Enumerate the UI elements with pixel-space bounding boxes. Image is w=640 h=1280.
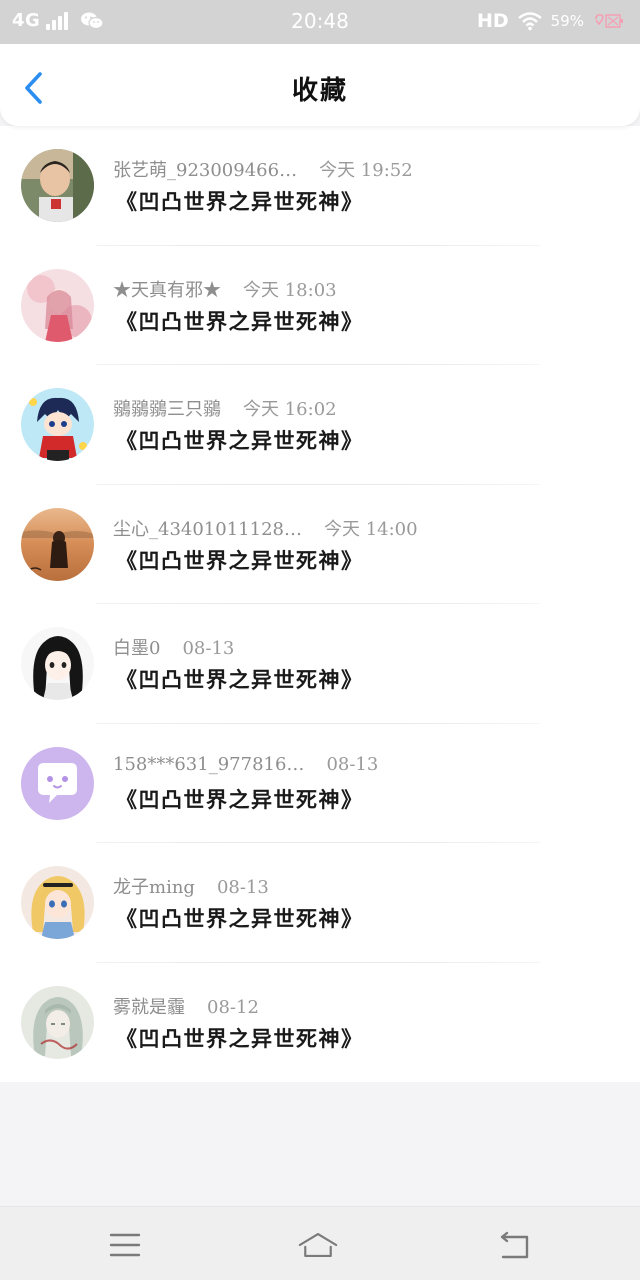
avatar-sketch-girl (21, 985, 94, 1059)
timestamp: 08-13 (182, 638, 235, 659)
avatar[interactable] (21, 268, 94, 342)
avatar-pink-anime-girl (21, 268, 94, 342)
list-item[interactable]: 龙子ming 08-13 《凹凸世界之异世死神》 (0, 843, 640, 963)
avatar-black-hair-girl (21, 627, 94, 700)
timestamp: 今天 16:02 (243, 399, 337, 420)
favorites-list: 张艺萌_923009466… 今天 19:52 《凹凸世界之异世死神》 ★天真有… (0, 126, 640, 1082)
avatar-sunset-girl (21, 507, 94, 581)
list-item[interactable]: 雾就是霾 08-12 《凹凸世界之异世死神》 (0, 963, 640, 1083)
list-item[interactable]: 张艺萌_923009466… 今天 19:52 《凹凸世界之异世死神》 (0, 126, 640, 246)
list-item[interactable]: 尘心_43401011128… 今天 14:00 《凹凸世界之异世死神》 (0, 485, 640, 604)
page-title: 收藏 (291, 76, 348, 106)
system-nav-bar (0, 1206, 640, 1280)
user-name[interactable]: 雾就是霾 (113, 993, 185, 1019)
item-meta: ★天真有邪★ 今天 18:03 (113, 276, 610, 302)
list-item[interactable]: ★天真有邪★ 今天 18:03 《凹凸世界之异世死神》 (0, 246, 640, 365)
timestamp: 今天 14:00 (323, 518, 418, 540)
timestamp: 08-12 (207, 996, 259, 1018)
status-right: HD 59% (477, 10, 626, 32)
system-back-button[interactable] (495, 1225, 535, 1265)
battery-level: 59% (550, 12, 584, 30)
avatar-blonde-girl (21, 866, 94, 939)
avatar-photo-child (21, 149, 94, 222)
battery-icon (595, 14, 623, 28)
user-name[interactable]: ★天真有邪★ (113, 276, 221, 302)
timestamp: 今天 18:03 (243, 279, 337, 301)
timestamp: 08-13 (216, 877, 269, 898)
wifi-icon (517, 12, 542, 31)
work-title[interactable]: 《凹凸世界之异世死神》 (116, 903, 364, 933)
work-title[interactable]: 《凹凸世界之异世死神》 (116, 784, 364, 814)
back-icon (500, 1231, 529, 1259)
list-item[interactable]: 158***631_977816… 08-13 《凹凸世界之异世死神》 (0, 724, 640, 843)
work-title[interactable]: 《凹凸世界之异世死神》 (116, 1023, 364, 1053)
avatar[interactable] (21, 149, 94, 222)
avatar-default-chat (21, 746, 94, 820)
item-meta: 尘心_43401011128… 今天 14:00 (113, 515, 610, 541)
hd-indicator: HD (476, 10, 509, 32)
item-meta: 白墨0 08-13 (113, 634, 610, 660)
avatar[interactable] (21, 627, 94, 700)
item-meta: 158***631_977816… 08-13 (113, 754, 610, 775)
home-button[interactable] (298, 1225, 342, 1265)
avatar[interactable] (21, 866, 94, 939)
work-title[interactable]: 《凹凸世界之异世死神》 (116, 425, 364, 455)
item-meta: 张艺萌_923009466… 今天 19:52 (113, 156, 610, 182)
user-name[interactable]: 白墨0 (113, 634, 160, 660)
list-item[interactable]: 鶸鶸鶸三只鶸 今天 16:02 《凹凸世界之异世死神》 (0, 365, 640, 485)
timestamp: 08-13 (326, 753, 379, 775)
work-title[interactable]: 《凹凸世界之异世死神》 (116, 186, 364, 216)
work-title[interactable]: 《凹凸世界之异世死神》 (116, 545, 364, 575)
item-meta: 鶸鶸鶸三只鶸 今天 16:02 (113, 395, 610, 421)
home-icon (298, 1233, 338, 1257)
screen: 4G 20:48 HD 59% 收藏 张艺萌_923009466… 今天 19:… (0, 0, 640, 1280)
item-meta: 龙子ming 08-13 (113, 873, 610, 899)
user-name[interactable]: 鶸鶸鶸三只鶸 (113, 395, 221, 421)
menu-icon (109, 1233, 141, 1257)
work-title[interactable]: 《凹凸世界之异世死神》 (116, 306, 364, 336)
menu-button[interactable] (105, 1225, 145, 1265)
header: 收藏 (0, 44, 640, 126)
avatar[interactable] (21, 388, 94, 461)
status-bar: 4G 20:48 HD 59% (0, 0, 640, 44)
avatar[interactable] (21, 507, 94, 581)
avatar[interactable] (21, 746, 94, 820)
user-name[interactable]: 张艺萌_923009466… (113, 156, 297, 182)
work-title[interactable]: 《凹凸世界之异世死神》 (116, 664, 364, 694)
user-name[interactable]: 158***631_977816… (113, 754, 304, 775)
user-name[interactable]: 尘心_43401011128… (113, 515, 302, 541)
avatar-chibi-boy (21, 388, 94, 461)
timestamp: 今天 19:52 (319, 160, 413, 181)
avatar[interactable] (21, 985, 94, 1059)
item-meta: 雾就是霾 08-12 (113, 993, 610, 1019)
user-name[interactable]: 龙子ming (113, 873, 195, 899)
list-item[interactable]: 白墨0 08-13 《凹凸世界之异世死神》 (0, 604, 640, 724)
